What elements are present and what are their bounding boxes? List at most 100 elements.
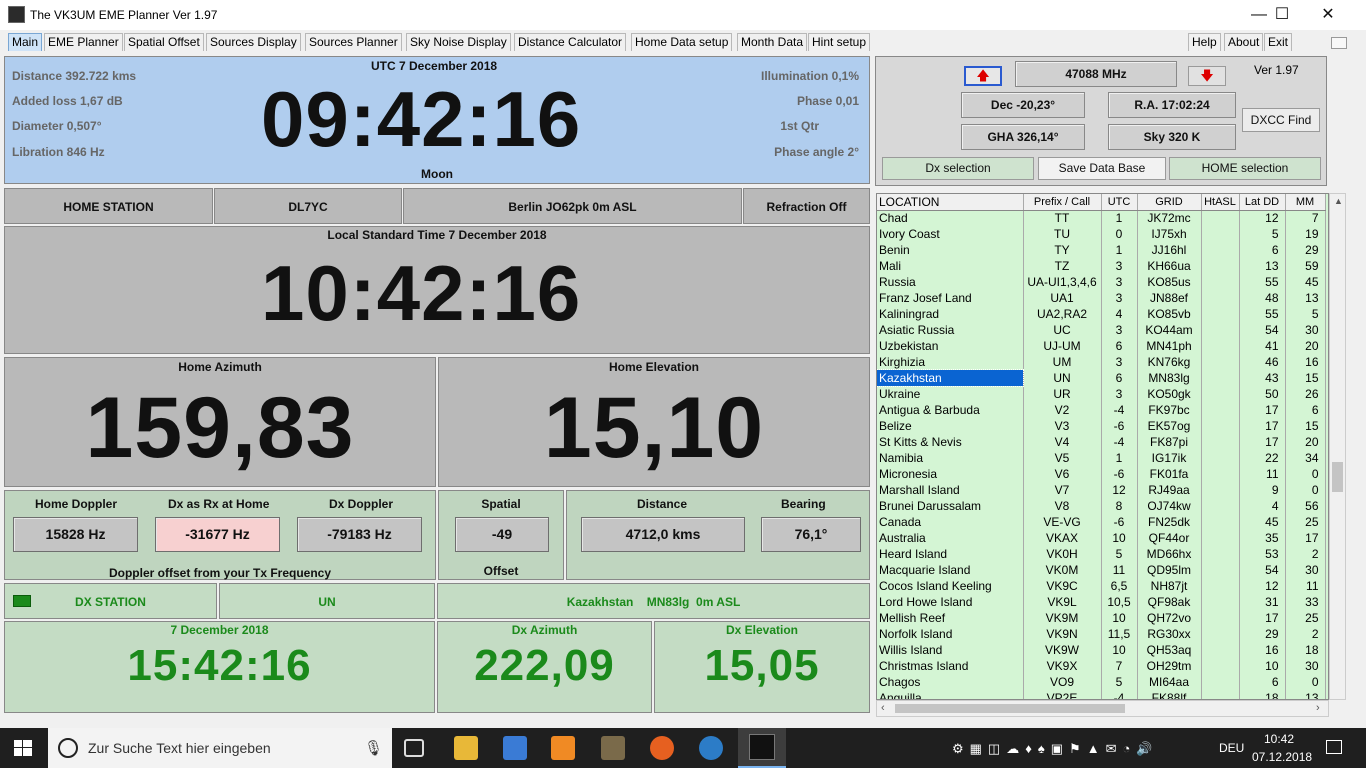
cell-htasl[interactable] [1201,386,1240,402]
file-explorer-icon[interactable] [454,736,478,760]
col-lat-dd[interactable]: Lat DD [1239,194,1286,211]
cell-utc[interactable]: -6 [1101,418,1138,434]
grid-row[interactable]: Mali TZ 3 KH66ua 13 59 [877,258,1326,274]
cell-grid[interactable]: RG30xx [1137,626,1202,642]
grid-row[interactable]: Heard Island VK0H 5 MD66hx 53 2 [877,546,1326,562]
grid-row[interactable]: Benin TY 1 JJ16hl 6 29 [877,242,1326,258]
cell-location[interactable]: St Kitts & Nevis [877,434,1024,450]
task-view-icon[interactable] [404,739,424,757]
cell-prefix[interactable]: VO9 [1023,674,1102,690]
cell-lat-dd[interactable]: 55 [1239,274,1286,290]
cell-location[interactable]: Marshall Island [877,482,1024,498]
cell-htasl[interactable] [1201,690,1240,699]
frequency-up-button[interactable]: 🡅 [964,66,1002,86]
cell-mm[interactable]: 17 [1285,530,1326,546]
cell-utc[interactable]: 6,5 [1101,578,1138,594]
cell-utc[interactable]: 0 [1101,226,1138,242]
cell-htasl[interactable] [1201,322,1240,338]
cell-location[interactable]: Norfolk Island [877,626,1024,642]
grid-row[interactable]: Cocos Island Keeling VK9C 6,5 NH87jt 12 11 [877,578,1326,594]
cell-lat-dd[interactable]: 11 [1239,466,1286,482]
exit-menu[interactable]: Exit [1264,33,1293,51]
cell-htasl[interactable] [1201,242,1240,258]
cell-htasl[interactable] [1201,482,1240,498]
cell-lat-dd[interactable]: 55 [1239,306,1286,322]
cell-mm[interactable]: 30 [1285,562,1326,578]
cell-mm[interactable]: 25 [1285,514,1326,530]
cell-prefix[interactable]: V8 [1023,498,1102,514]
cell-prefix[interactable]: VKAX [1023,530,1102,546]
col-grid[interactable]: GRID [1137,194,1202,211]
cell-utc[interactable]: 3 [1101,322,1138,338]
cell-htasl[interactable] [1201,402,1240,418]
grid-row[interactable]: Kazakhstan UN 6 MN83lg 43 15 [877,369,1326,387]
cell-location[interactable]: Christmas Island [877,658,1024,674]
cell-grid[interactable]: NH87jt [1137,578,1202,594]
cell-lat-dd[interactable]: 53 [1239,546,1286,562]
cell-prefix[interactable]: UJ-UM [1023,338,1102,354]
grid-row[interactable]: Marshall Island V7 12 RJ49aa 9 0 [877,482,1326,498]
cell-mm[interactable]: 20 [1285,338,1326,354]
cell-htasl[interactable] [1201,306,1240,322]
grid-row[interactable]: Kirghizia UM 3 KN76kg 46 16 [877,354,1326,370]
cell-mm[interactable]: 6 [1285,402,1326,418]
grid-row[interactable]: Lord Howe Island VK9L 10,5 QF98ak 31 33 [877,594,1326,610]
cell-location[interactable]: Ivory Coast [877,226,1024,242]
cell-utc[interactable]: 5 [1101,546,1138,562]
cell-mm[interactable]: 0 [1285,466,1326,482]
grid-row[interactable]: Macquarie Island VK0M 11 QD95lm 54 30 [877,562,1326,578]
cell-htasl[interactable] [1201,354,1240,370]
cell-htasl[interactable] [1201,274,1240,290]
grid-row[interactable]: Canada VE-VG -6 FN25dk 45 25 [877,514,1326,530]
cell-prefix[interactable]: UM [1023,354,1102,370]
cell-htasl[interactable] [1201,418,1240,434]
cell-grid[interactable]: FN25dk [1137,514,1202,530]
cell-mm[interactable]: 16 [1285,354,1326,370]
cell-location[interactable]: Uzbekistan [877,338,1024,354]
cell-lat-dd[interactable]: 17 [1239,434,1286,450]
cell-grid[interactable]: KO44am [1137,322,1202,338]
cell-mm[interactable]: 0 [1285,482,1326,498]
media-player-icon[interactable] [551,736,575,760]
cell-utc[interactable]: -4 [1101,690,1138,699]
cell-utc[interactable]: -6 [1101,514,1138,530]
cell-lat-dd[interactable]: 4 [1239,498,1286,514]
grid-horizontal-scrollbar[interactable]: ‹ › [876,700,1329,717]
scroll-left-icon[interactable]: ‹ [881,702,885,714]
cell-lat-dd[interactable]: 10 [1239,658,1286,674]
grid-row[interactable]: Kaliningrad UA2,RA2 4 KO85vb 55 5 [877,306,1326,322]
tab-distance-calculator[interactable]: Distance Calculator [514,33,627,51]
cell-mm[interactable]: 13 [1285,690,1326,699]
cell-prefix[interactable]: V2 [1023,402,1102,418]
grid-row[interactable]: Chagos VO9 5 MI64aa 6 0 [877,674,1326,690]
cell-mm[interactable]: 56 [1285,498,1326,514]
cell-location[interactable]: Kaliningrad [877,306,1024,322]
cell-grid[interactable]: QH72vo [1137,610,1202,626]
cell-lat-dd[interactable]: 43 [1239,370,1286,386]
cell-htasl[interactable] [1201,514,1240,530]
cell-grid[interactable]: MN83lg [1137,370,1202,386]
cell-location[interactable]: Mellish Reef [877,610,1024,626]
col-htasl[interactable]: HtASL [1201,194,1240,211]
grid-row[interactable]: Antigua & Barbuda V2 -4 FK97bc 17 6 [877,402,1326,418]
cell-utc[interactable]: 3 [1101,274,1138,290]
maximize-button[interactable]: ☐ [1259,0,1305,30]
cell-htasl[interactable] [1201,498,1240,514]
cell-utc[interactable]: 10,5 [1101,594,1138,610]
cell-mm[interactable]: 13 [1285,290,1326,306]
grid-row[interactable]: Asiatic Russia UC 3 KO44am 54 30 [877,322,1326,338]
grid-row[interactable]: Franz Josef Land UA1 3 JN88ef 48 13 [877,290,1326,306]
cell-grid[interactable]: RJ49aa [1137,482,1202,498]
cell-prefix[interactable]: UA2,RA2 [1023,306,1102,322]
col-utc[interactable]: UTC [1101,194,1138,211]
cell-lat-dd[interactable]: 45 [1239,514,1286,530]
col-location[interactable]: LOCATION [877,194,1024,211]
cell-lat-dd[interactable]: 13 [1239,258,1286,274]
cell-location[interactable]: Micronesia [877,466,1024,482]
cell-htasl[interactable] [1201,578,1240,594]
cell-grid[interactable]: KO85us [1137,274,1202,290]
tab-spatial-offset[interactable]: Spatial Offset [124,33,204,51]
cell-utc[interactable]: -4 [1101,402,1138,418]
cell-location[interactable]: Lord Howe Island [877,594,1024,610]
tab-home-data-setup[interactable]: Home Data setup [631,33,733,51]
